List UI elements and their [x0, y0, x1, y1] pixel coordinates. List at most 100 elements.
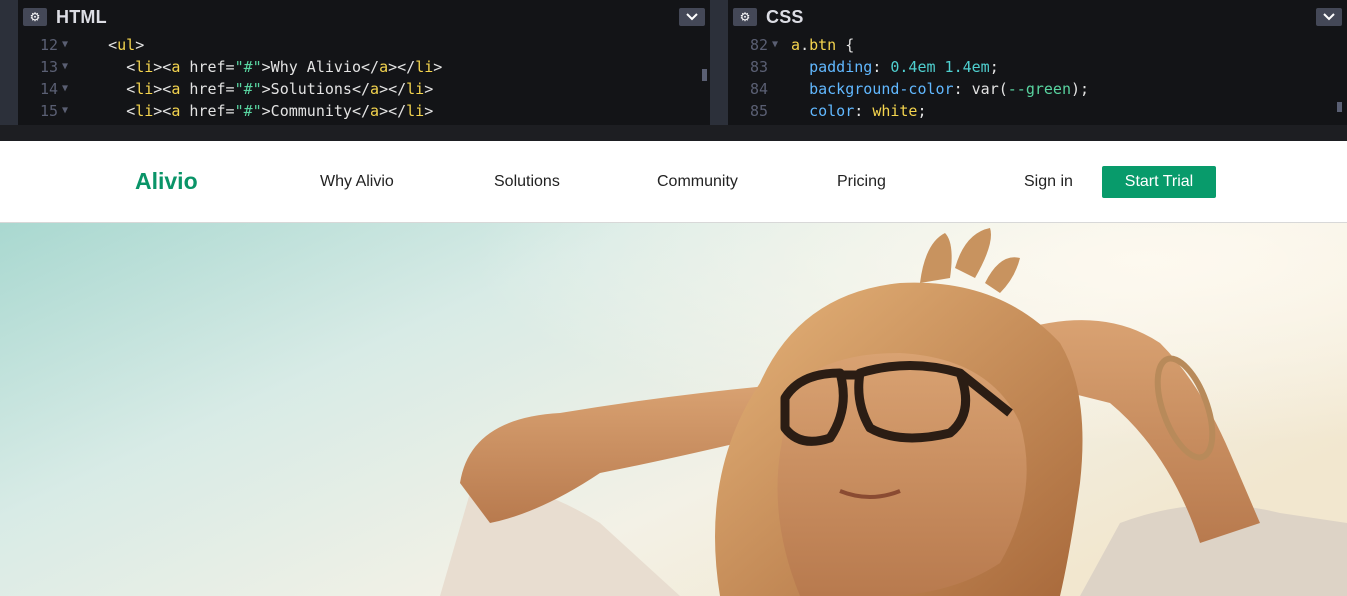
code-token: <	[126, 102, 136, 120]
fold-arrow-icon	[768, 56, 782, 78]
fold-arrow-icon	[768, 100, 782, 122]
code-token: >Solutions</	[261, 80, 371, 98]
preview-pane: Alivio Why Alivio Solutions Community Pr…	[0, 141, 1347, 596]
code-text: padding: 0.4em 1.4em;	[782, 56, 999, 78]
code-text: <li><a href="#">Community</a></li>	[72, 100, 433, 122]
code-token: li	[406, 102, 425, 120]
brand-logo[interactable]: Alivio	[135, 168, 198, 195]
line-number: 15	[39, 102, 58, 120]
code-token: li	[406, 80, 425, 98]
code-token: .	[800, 36, 810, 54]
code-token: a	[370, 102, 380, 120]
code-text: <li><a href="#">Why Alivio</a></li>	[72, 56, 442, 78]
nav-link-community[interactable]: Community	[657, 173, 738, 191]
css-code-area[interactable]: 82 ▼ a.btn {83 padding: 0.4em 1.4em; 84 ba…	[728, 34, 1347, 122]
nav-link-why-alivio[interactable]: Why Alivio	[320, 173, 394, 191]
code-token: white	[872, 102, 918, 120]
gear-icon: ⚙	[739, 10, 751, 24]
code-token: href=	[180, 58, 235, 76]
css-scrollbar[interactable]	[1337, 102, 1342, 112]
code-token: ;	[989, 58, 999, 76]
fold-arrow-icon[interactable]: ▼	[58, 56, 72, 78]
line-number: 83	[749, 58, 768, 76]
hero-photo	[0, 223, 1347, 596]
code-token: "#"	[234, 80, 262, 98]
code-text: a.btn {	[782, 34, 854, 56]
code-token: >	[135, 36, 145, 54]
fold-arrow-icon[interactable]: ▼	[58, 100, 72, 122]
fold-arrow-icon[interactable]: ▼	[768, 34, 782, 56]
start-trial-button[interactable]: Start Trial	[1102, 166, 1216, 198]
site-navbar: Alivio Why Alivio Solutions Community Pr…	[0, 141, 1347, 223]
code-line[interactable]: 13 ▼ <li><a href="#">Why Alivio</a></li>	[18, 56, 710, 78]
code-token: >	[424, 80, 434, 98]
code-editors: ⚙ HTML 12 ▼ <ul> 13 ▼ <li><a href="#">Why A…	[0, 0, 1347, 125]
sign-in-link[interactable]: Sign in	[1024, 173, 1073, 191]
css-settings-button[interactable]: ⚙	[733, 8, 757, 26]
code-token: background-color	[809, 80, 954, 98]
html-settings-button[interactable]: ⚙	[23, 8, 47, 26]
css-collapse-button[interactable]	[1316, 8, 1342, 26]
hero-image	[0, 223, 1347, 596]
code-token: a	[379, 58, 389, 76]
code-token: ></	[379, 102, 407, 120]
code-token: href=	[180, 80, 235, 98]
html-pane-header: ⚙ HTML	[18, 0, 710, 34]
code-token: >Why Alivio</	[261, 58, 380, 76]
code-token: ><	[153, 80, 172, 98]
code-token: href=	[180, 102, 235, 120]
line-number: 82	[749, 36, 768, 54]
code-token: li	[415, 58, 434, 76]
fold-arrow-icon	[768, 78, 782, 100]
code-line[interactable]: 82 ▼ a.btn {	[728, 34, 1347, 56]
code-token: padding	[809, 58, 873, 76]
code-token: ></	[379, 80, 407, 98]
line-number: 12	[39, 36, 58, 54]
code-token: color	[809, 102, 855, 120]
code-line[interactable]: 84 background-color: var(--green);	[728, 78, 1347, 100]
code-text: color: white;	[782, 100, 926, 122]
code-token: 0.4em 1.4em	[890, 58, 990, 76]
chevron-down-icon	[1323, 13, 1335, 21]
gear-icon: ⚙	[29, 10, 41, 24]
nav-link-pricing[interactable]: Pricing	[837, 173, 886, 191]
line-number: 84	[749, 80, 768, 98]
code-token: ul	[117, 36, 136, 54]
code-token: ><	[153, 102, 172, 120]
code-token: :	[872, 58, 891, 76]
fold-arrow-icon[interactable]: ▼	[58, 34, 72, 56]
html-editor-pane[interactable]: ⚙ HTML 12 ▼ <ul> 13 ▼ <li><a href="#">Why A…	[18, 0, 710, 125]
line-number: 13	[39, 58, 58, 76]
code-token: >	[433, 58, 443, 76]
fold-arrow-icon[interactable]: ▼	[58, 78, 72, 100]
code-line[interactable]: 14 ▼ <li><a href="#">Solutions</a></li>	[18, 78, 710, 100]
code-line[interactable]: 12 ▼ <ul>	[18, 34, 710, 56]
code-token: li	[135, 80, 154, 98]
nav-link-solutions[interactable]: Solutions	[494, 173, 560, 191]
code-token: ></	[388, 58, 416, 76]
css-editor-pane[interactable]: ⚙ CSS 82 ▼ a.btn {83 padding: 0.4em 1.4em…	[728, 0, 1347, 125]
code-token: "#"	[234, 102, 262, 120]
code-token: "#"	[234, 58, 262, 76]
html-scrollbar[interactable]	[702, 69, 707, 81]
line-number: 85	[749, 102, 768, 120]
code-line[interactable]: 85 color: white;	[728, 100, 1347, 122]
html-collapse-button[interactable]	[679, 8, 705, 26]
code-line[interactable]: 15 ▼ <li><a href="#">Community</a></li>	[18, 100, 710, 122]
code-text: <li><a href="#">Solutions</a></li>	[72, 78, 433, 100]
css-pane-header: ⚙ CSS	[728, 0, 1347, 34]
code-token: :	[854, 102, 873, 120]
code-token: a	[791, 36, 801, 54]
code-token: --green	[1007, 80, 1071, 98]
css-pane-title: CSS	[766, 6, 804, 27]
code-token: {	[836, 36, 855, 54]
code-token: >Community</	[261, 102, 371, 120]
code-token: <	[108, 36, 118, 54]
code-token: a	[370, 80, 380, 98]
html-code-area[interactable]: 12 ▼ <ul> 13 ▼ <li><a href="#">Why Alivio</…	[18, 34, 710, 122]
code-token: li	[135, 58, 154, 76]
code-line[interactable]: 83 padding: 0.4em 1.4em;	[728, 56, 1347, 78]
code-token: <	[126, 58, 136, 76]
html-pane-title: HTML	[56, 6, 107, 27]
code-token: : var(	[953, 80, 1008, 98]
